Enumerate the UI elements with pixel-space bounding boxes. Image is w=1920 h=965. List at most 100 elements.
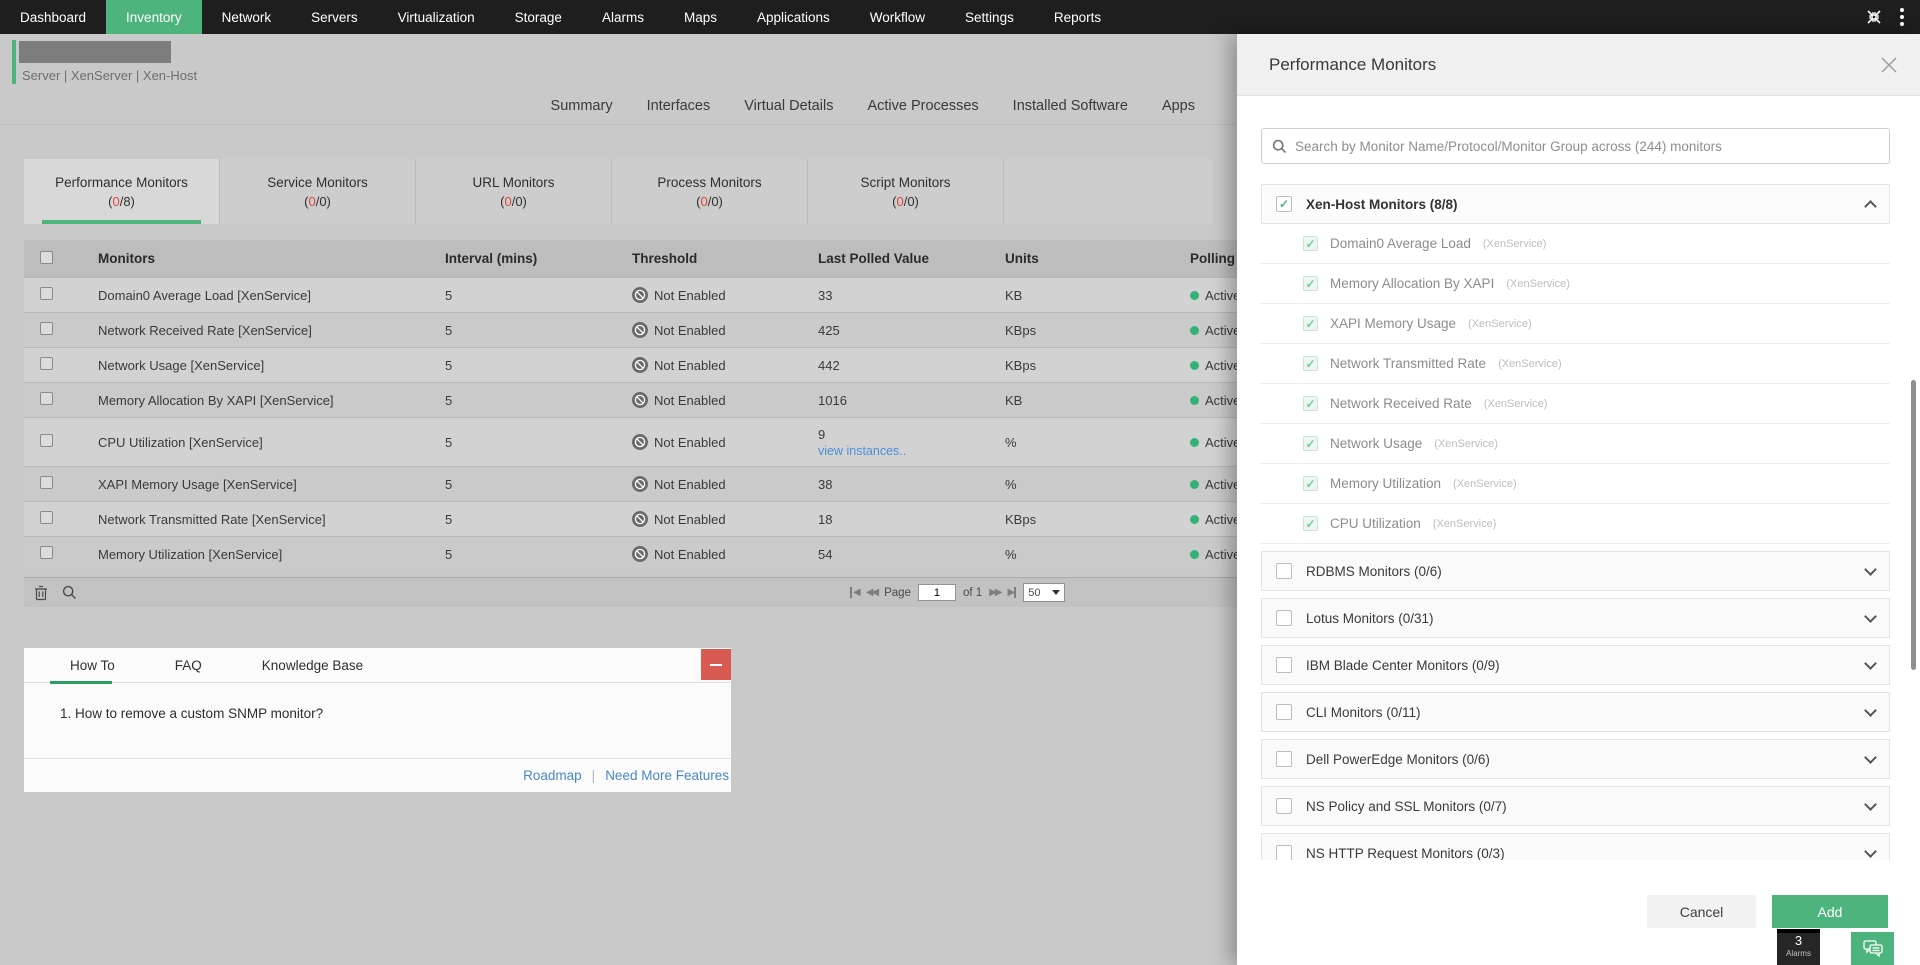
row-checkbox[interactable] [40,287,53,300]
nav-item-reports[interactable]: Reports [1034,0,1121,34]
tab-service-monitors[interactable]: Service Monitors (0/0) [220,159,416,224]
last-page-icon[interactable]: ▶ [1008,587,1017,598]
monitor-item-name: XAPI Memory Usage [1330,316,1456,331]
row-checkbox[interactable] [40,546,53,559]
tab-knowledge-base[interactable]: Knowledge Base [262,658,363,673]
chevron-down-icon[interactable] [1864,704,1877,717]
tab-installed-software[interactable]: Installed Software [1013,98,1128,114]
tab-apps[interactable]: Apps [1162,98,1195,114]
page-number-input[interactable] [918,584,956,601]
prev-page-icon[interactable]: ◀◀ [866,587,877,598]
nav-item-network[interactable]: Network [202,0,292,34]
monitor-checkbox-checked[interactable]: ✓ [1303,356,1318,371]
nav-item-maps[interactable]: Maps [664,0,737,34]
monitor-checkbox-checked[interactable]: ✓ [1303,476,1318,491]
panel-monitor-group-collapsed[interactable]: Lotus Monitors (0/31) [1261,598,1890,638]
tab-url-monitors[interactable]: URL Monitors (0/0) [416,159,612,224]
group-checkbox-unchecked[interactable] [1276,657,1292,673]
group-checkbox-checked[interactable]: ✓ [1276,196,1292,212]
nav-item-inventory[interactable]: Inventory [106,0,202,34]
polling-status: Active [1205,323,1240,338]
next-page-icon[interactable]: ▶▶ [989,587,1000,598]
chevron-down-icon[interactable] [1864,563,1877,576]
row-checkbox[interactable] [40,434,53,447]
nav-item-workflow[interactable]: Workflow [850,0,945,34]
chevron-down-icon[interactable] [1864,657,1877,670]
row-checkbox[interactable] [40,357,53,370]
row-checkbox[interactable] [40,392,53,405]
group-checkbox-unchecked[interactable] [1276,563,1292,579]
panel-monitor-group-collapsed[interactable]: CLI Monitors (0/11) [1261,692,1890,732]
panel-monitor-group-collapsed[interactable]: NS HTTP Request Monitors (0/3) [1261,833,1890,860]
panel-monitor-group-collapsed[interactable]: IBM Blade Center Monitors (0/9) [1261,645,1890,685]
group-checkbox-unchecked[interactable] [1276,704,1292,720]
monitor-search-input[interactable] [1295,139,1879,154]
row-checkbox[interactable] [40,322,53,335]
tab-performance-monitors[interactable]: Performance Monitors (0/8) [24,159,220,224]
nav-item-settings[interactable]: Settings [945,0,1034,34]
row-checkbox[interactable] [40,476,53,489]
nav-item-applications[interactable]: Applications [737,0,850,34]
nav-item-servers[interactable]: Servers [291,0,378,34]
page-label: Page [884,587,911,599]
threshold-status: Not Enabled [654,288,726,303]
tab-interfaces[interactable]: Interfaces [647,98,711,114]
delete-icon[interactable] [34,585,48,601]
collapse-fullscreen-icon[interactable] [1866,9,1882,25]
monitor-checkbox-checked[interactable]: ✓ [1303,396,1318,411]
app-screen: Dashboard Inventory Network Servers Virt… [0,0,1920,965]
chevron-up-icon[interactable] [1864,200,1877,213]
nav-item-virtualization[interactable]: Virtualization [378,0,495,34]
group-checkbox-unchecked[interactable] [1276,751,1292,767]
collapse-help-button[interactable] [701,649,731,680]
monitor-checkbox-checked[interactable]: ✓ [1303,316,1318,331]
group-checkbox-unchecked[interactable] [1276,845,1292,860]
add-button[interactable]: Add [1772,895,1888,928]
group-checkbox-unchecked[interactable] [1276,798,1292,814]
tab-script-monitors[interactable]: Script Monitors (0/0) [808,159,1004,224]
select-all-checkbox[interactable] [40,251,53,264]
alarms-badge[interactable]: 3 Alarms [1777,929,1820,965]
nav-item-alarms[interactable]: Alarms [582,0,664,34]
need-more-features-link[interactable]: Need More Features [605,768,729,783]
chat-support-button[interactable] [1851,932,1894,965]
search-table-icon[interactable] [62,585,77,600]
tab-active-processes[interactable]: Active Processes [867,98,978,114]
first-page-icon[interactable]: ◀ [850,587,859,598]
chevron-down-icon[interactable] [1864,751,1877,764]
nav-item-dashboard[interactable]: Dashboard [0,0,106,34]
tab-virtual-details[interactable]: Virtual Details [744,98,833,114]
tab-how-to[interactable]: How To [70,658,115,673]
tab-summary[interactable]: Summary [551,98,613,114]
tab-faq[interactable]: FAQ [175,658,202,673]
page-size-select[interactable]: 50 [1023,583,1065,602]
roadmap-link[interactable]: Roadmap [523,768,582,783]
panel-scrollbar[interactable] [1911,380,1916,670]
nav-item-storage[interactable]: Storage [495,0,582,34]
panel-monitor-group-collapsed[interactable]: NS Policy and SSL Monitors (0/7) [1261,786,1890,826]
monitor-checkbox-checked[interactable]: ✓ [1303,516,1318,531]
chevron-down-icon[interactable] [1864,798,1877,811]
polling-active-dot [1190,361,1199,370]
group-xen-host-monitors[interactable]: ✓ Xen-Host Monitors (8/8) [1261,184,1890,224]
monitor-checkbox-checked[interactable]: ✓ [1303,236,1318,251]
group-label: NS Policy and SSL Monitors (0/7) [1306,799,1507,814]
cancel-button[interactable]: Cancel [1647,895,1756,928]
chevron-down-icon[interactable] [1864,845,1877,858]
close-panel-icon[interactable] [1880,56,1898,74]
monitor-item-protocol: (XenService) [1498,358,1562,370]
more-options-icon[interactable] [1900,8,1904,26]
row-checkbox[interactable] [40,511,53,524]
panel-monitor-group-collapsed[interactable]: RDBMS Monitors (0/6) [1261,551,1890,591]
monitor-checkbox-checked[interactable]: ✓ [1303,436,1318,451]
help-question-link[interactable]: 1. How to remove a custom SNMP monitor? [60,706,323,721]
tab-process-monitors[interactable]: Process Monitors (0/0) [612,159,808,224]
last-polled-value: 18 [818,512,1005,527]
monitor-checkbox-checked[interactable]: ✓ [1303,276,1318,291]
chevron-down-icon[interactable] [1864,610,1877,623]
panel-monitor-group-collapsed[interactable]: Dell PowerEdge Monitors (0/6) [1261,739,1890,779]
polling-active-dot [1190,396,1199,405]
group-checkbox-unchecked[interactable] [1276,610,1292,626]
last-polled-value: 54 [818,547,1005,562]
view-instances-link[interactable]: view instances.. [818,444,1005,458]
